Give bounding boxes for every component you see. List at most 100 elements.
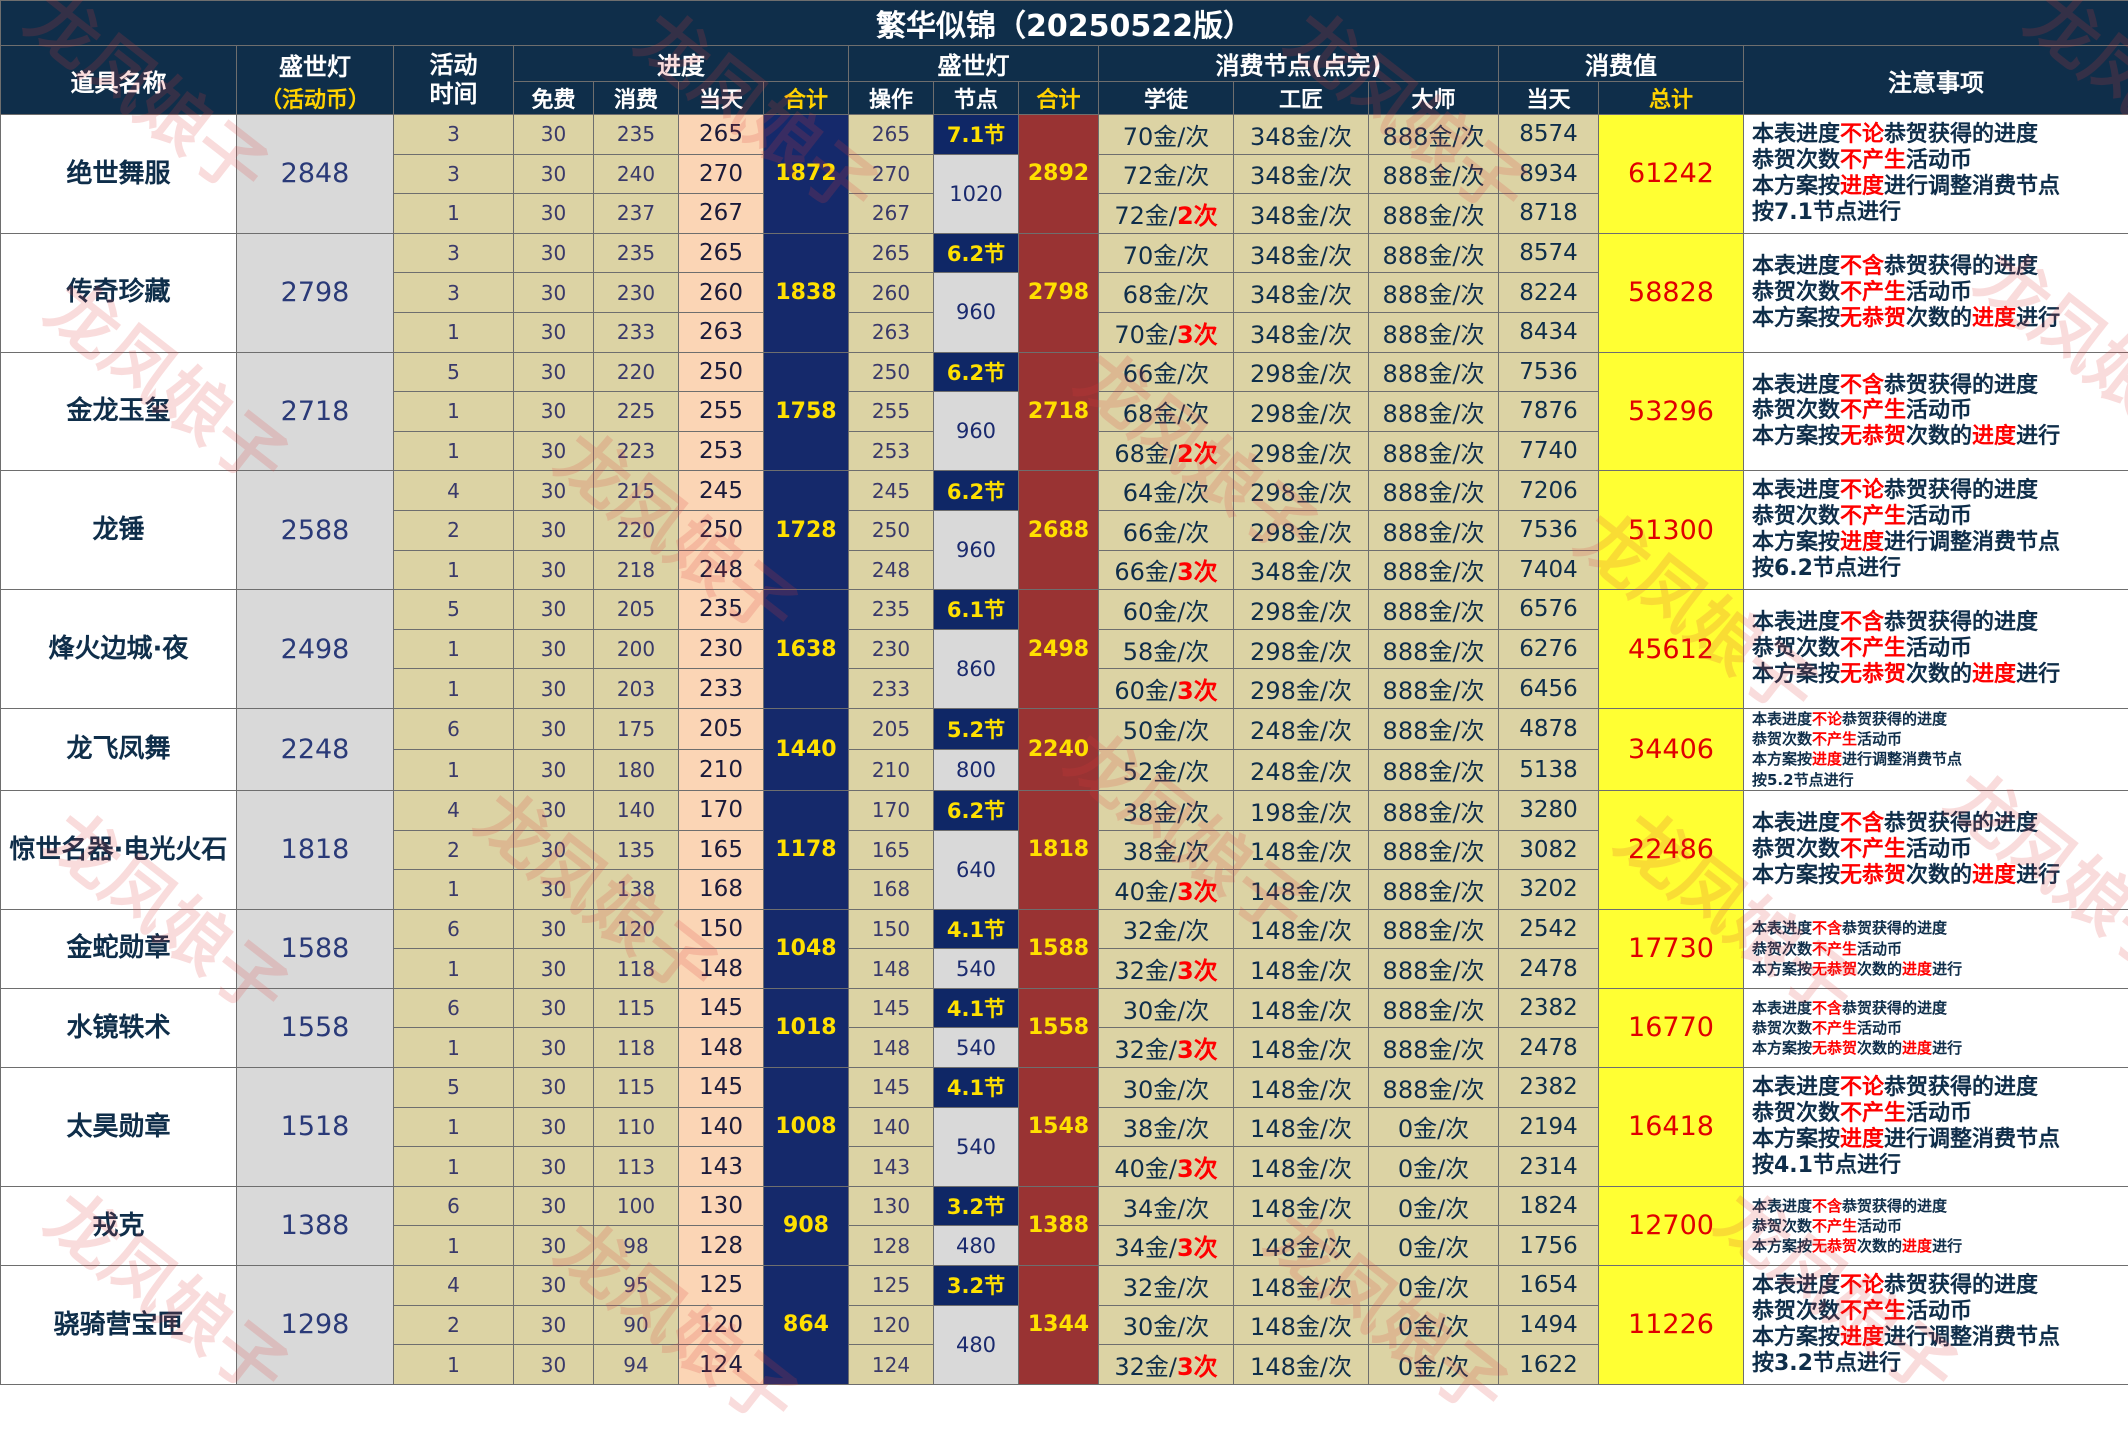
notes-segment: 不论 [1840, 1273, 1884, 1298]
notes-segment: 次数的 [1857, 1039, 1902, 1057]
notes-segment: 本方案按 [1752, 960, 1812, 978]
notes-segment: 按6.2节点进行 [1752, 556, 1901, 581]
apprentice-cost: 70金/次 [1099, 233, 1234, 273]
progress-spend: 94 [594, 1345, 679, 1385]
notes-segment: 恭贺获得的进度 [1884, 478, 2038, 503]
progress-day: 165 [679, 830, 764, 870]
craftsman-cost: 298金/次 [1234, 392, 1369, 432]
value-day: 2478 [1499, 1028, 1599, 1068]
apprentice-cost: 68金/次 [1099, 392, 1234, 432]
activity-time: 1 [394, 749, 514, 790]
activity-time: 1 [394, 194, 514, 234]
master-cost: 888金/次 [1369, 1028, 1499, 1068]
progress-day: 130 [679, 1186, 764, 1226]
master-cost: 888金/次 [1369, 669, 1499, 709]
apprentice-cost-text: 68金/ [1114, 440, 1177, 468]
progress-free: 30 [514, 1147, 594, 1187]
master-cost: 888金/次 [1369, 273, 1499, 313]
apprentice-cost-text: 38金/次 [1123, 1115, 1210, 1143]
notes-segment: 进度 [1840, 174, 1884, 199]
notes-line: 恭贺次数不产生活动币 [1752, 504, 2128, 530]
apprentice-cost-text: 30金/次 [1123, 997, 1210, 1025]
activity-time: 2 [394, 1305, 514, 1345]
progress-total: 1758 [764, 352, 849, 471]
progress-total: 1008 [764, 1068, 849, 1187]
apprentice-cost-text: 68金/次 [1123, 400, 1210, 428]
notes-line: 本表进度不含恭贺获得的进度 [1752, 1196, 2128, 1216]
notes-segment: 不产生 [1812, 730, 1857, 748]
notes-segment: 本表进度 [1752, 1075, 1840, 1100]
notes-line: 恭贺次数不产生活动币 [1752, 280, 2128, 306]
craftsman-cost: 148金/次 [1234, 1266, 1369, 1306]
value-day: 7876 [1499, 392, 1599, 432]
notes-segment: 次数的 [1857, 1237, 1902, 1255]
activity-time: 4 [394, 790, 514, 830]
item-name: 惊世名器·电光火石 [1, 790, 237, 909]
value-day: 2478 [1499, 949, 1599, 989]
notes-cell: 本表进度不论恭贺获得的进度恭贺次数不产生活动币本方案按进度进行调整消费节点按4.… [1744, 1068, 2128, 1187]
lantern-op: 248 [849, 550, 934, 590]
notes-cell: 本表进度不含恭贺获得的进度恭贺次数不产生活动币本方案按无恭贺次数的进度进行 [1744, 909, 2128, 988]
progress-total: 1872 [764, 115, 849, 234]
activity-time: 1 [394, 629, 514, 669]
notes-segment: 不论 [1840, 1075, 1884, 1100]
lantern-coins: 2498 [237, 590, 394, 709]
node-value: 480 [934, 1305, 1019, 1384]
header-value-day: 当天 [1499, 82, 1599, 115]
lantern-total: 2498 [1019, 590, 1099, 709]
notes-segment: 进度 [1972, 863, 2016, 888]
activity-time: 1 [394, 392, 514, 432]
apprentice-cost-text: 66金/ [1114, 558, 1177, 586]
apprentice-cost-text: 40金/ [1114, 878, 1177, 906]
apprentice-cost-times: 2次 [1177, 440, 1218, 468]
table-row: 太昊勋章151853011514510081454.1节154830金/次148… [1, 1068, 2128, 1108]
master-cost: 888金/次 [1369, 431, 1499, 471]
lantern-op: 233 [849, 669, 934, 709]
notes-line: 本表进度不论恭贺获得的进度 [1752, 122, 2128, 148]
lantern-coins: 2718 [237, 352, 394, 471]
activity-time: 5 [394, 352, 514, 392]
activity-time: 1 [394, 1107, 514, 1147]
notes-segment: 次数的 [1906, 306, 1972, 331]
value-day: 1494 [1499, 1305, 1599, 1345]
item-name: 骁骑营宝匣 [1, 1266, 237, 1385]
notes-segment: 不含 [1812, 1197, 1842, 1215]
notes-line: 本表进度不论恭贺获得的进度 [1752, 1075, 2128, 1101]
notes-segment: 本表进度 [1752, 1273, 1840, 1298]
apprentice-cost: 32金/3次 [1099, 949, 1234, 989]
notes-cell: 本表进度不论恭贺获得的进度恭贺次数不产生活动币本方案按进度进行调整消费节点按3.… [1744, 1266, 2128, 1385]
progress-day: 150 [679, 909, 764, 949]
apprentice-cost-text: 66金/次 [1123, 360, 1210, 388]
progress-day: 233 [679, 669, 764, 709]
notes-cell: 本表进度不含恭贺获得的进度恭贺次数不产生活动币本方案按无恭贺次数的进度进行 [1744, 590, 2128, 709]
lantern-coins: 1818 [237, 790, 394, 909]
activity-time: 6 [394, 988, 514, 1028]
notes-line: 恭贺次数不产生活动币 [1752, 1101, 2128, 1127]
value-day: 3202 [1499, 870, 1599, 910]
notes-segment: 活动币 [1857, 1217, 1902, 1235]
lantern-total: 1818 [1019, 790, 1099, 909]
header-progress-day: 当天 [679, 82, 764, 115]
progress-spend: 118 [594, 1028, 679, 1068]
node-value: 540 [934, 1028, 1019, 1068]
notes-segment: 进度 [1902, 1039, 1932, 1057]
apprentice-cost-text: 32金/ [1114, 1353, 1177, 1381]
notes-line: 按4.1节点进行 [1752, 1153, 2128, 1179]
notes-cell: 本表进度不含恭贺获得的进度恭贺次数不产生活动币本方案按无恭贺次数的进度进行 [1744, 790, 2128, 909]
progress-free: 30 [514, 1266, 594, 1306]
node-label: 6.2节 [934, 352, 1019, 392]
apprentice-cost: 60金/3次 [1099, 669, 1234, 709]
activity-time: 1 [394, 1345, 514, 1385]
item-name: 龙飞凤舞 [1, 708, 237, 790]
activity-time: 1 [394, 949, 514, 989]
notes-segment: 进行调整消费节点 [1884, 1325, 2060, 1350]
notes-line: 本方案按进度进行调整消费节点 [1752, 174, 2128, 200]
value-total: 53296 [1599, 352, 1744, 471]
notes-line: 本方案按进度进行调整消费节点 [1752, 530, 2128, 556]
progress-day: 145 [679, 1068, 764, 1108]
lantern-op: 210 [849, 749, 934, 790]
notes-segment: 进度 [1972, 662, 2016, 687]
item-name: 太昊勋章 [1, 1068, 237, 1187]
progress-spend: 120 [594, 909, 679, 949]
progress-day: 140 [679, 1107, 764, 1147]
